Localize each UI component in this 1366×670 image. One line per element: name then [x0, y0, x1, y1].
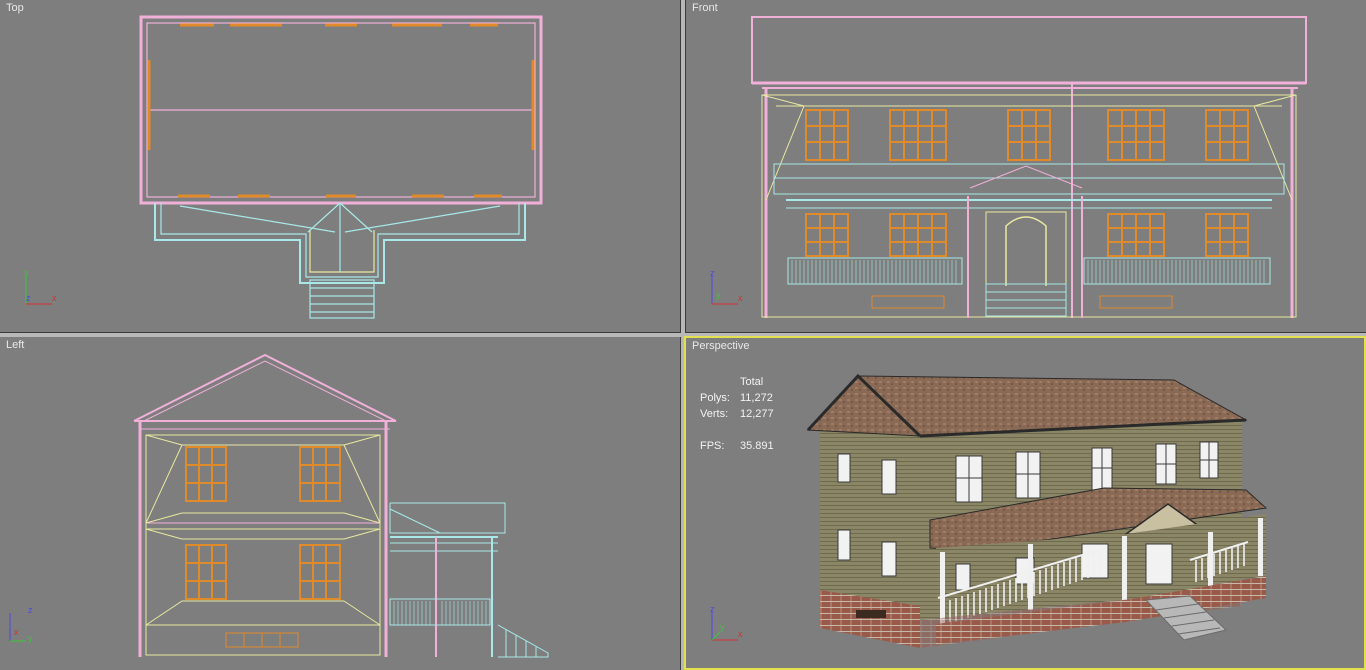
viewport-left[interactable]: Left z y x: [0, 337, 681, 670]
axis-gizmo-left: z y x: [2, 605, 42, 645]
viewport-front[interactable]: Front z x y: [685, 0, 1366, 333]
axis-a: y: [24, 268, 29, 278]
axis-c: x: [14, 627, 19, 637]
viewport-label-front[interactable]: Front: [692, 2, 718, 14]
axis-b: x: [738, 629, 743, 639]
polys-label: Polys:: [700, 392, 730, 404]
axis-a: z: [710, 268, 715, 278]
axis-c: z: [26, 293, 31, 303]
axis-gizmo-front: z x y: [704, 268, 744, 308]
axis-b: x: [738, 293, 743, 303]
fps-value: 35.891: [740, 440, 774, 452]
stats-overlay: Total Polys: 11,272 Verts: 12,277 FPS: 35.8…: [700, 374, 800, 454]
left-wireframe: [133, 353, 549, 658]
axis-c: y: [716, 290, 721, 300]
stats-header: Total: [740, 376, 764, 388]
axis-a: z: [710, 604, 715, 614]
axis-a: z: [28, 605, 33, 615]
fps-label: FPS:: [700, 440, 725, 452]
axis-gizmo-top: y x z: [18, 268, 58, 308]
axis-b: y: [28, 633, 33, 643]
top-wireframe: [139, 15, 543, 319]
viewport-top[interactable]: Top y x z: [0, 0, 681, 333]
verts-value: 12,277: [740, 408, 774, 420]
viewport-label-perspective[interactable]: Perspective: [692, 340, 749, 352]
front-wireframe: [751, 16, 1307, 318]
viewport-label-top[interactable]: Top: [6, 2, 24, 14]
axis-b: x: [52, 293, 57, 303]
axis-c: y: [720, 622, 725, 632]
axis-gizmo-perspective: z x y: [704, 604, 744, 644]
viewport-perspective[interactable]: Perspective Total Polys: 11,272 Verts: 12,…: [684, 336, 1366, 670]
verts-label: Verts:: [700, 408, 729, 420]
viewport-label-left[interactable]: Left: [6, 339, 24, 351]
polys-value: 11,272: [740, 392, 773, 404]
